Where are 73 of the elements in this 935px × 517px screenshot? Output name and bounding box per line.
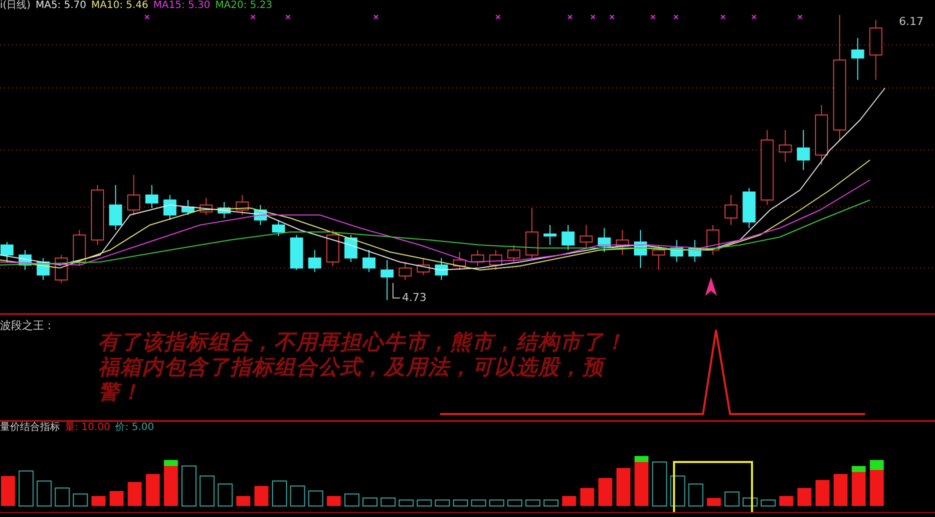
cross-marker-icon bbox=[752, 14, 756, 20]
cross-marker-icon bbox=[374, 14, 378, 20]
candlestick bbox=[398, 262, 412, 280]
candlestick bbox=[91, 184, 104, 246]
candlestick bbox=[380, 260, 394, 300]
candlestick bbox=[869, 20, 882, 80]
cross-marker-icon bbox=[650, 14, 656, 20]
candlestick bbox=[851, 38, 864, 80]
candlestick bbox=[489, 250, 502, 270]
cross-marker-icon bbox=[250, 14, 256, 20]
candlestick bbox=[434, 258, 448, 280]
candlestick bbox=[254, 204, 267, 226]
candlestick bbox=[634, 230, 647, 268]
candlestick bbox=[272, 220, 285, 236]
candlestick bbox=[525, 208, 538, 258]
ma-legend-label: MA15: 5.30 bbox=[153, 0, 210, 12]
candlestick bbox=[706, 224, 720, 256]
candlestick bbox=[200, 198, 213, 216]
candlestick bbox=[453, 252, 466, 270]
candlestick bbox=[218, 202, 231, 218]
candlestick bbox=[308, 250, 322, 272]
candlestick bbox=[362, 250, 376, 272]
candlestick bbox=[145, 184, 158, 208]
cross-marker-icon bbox=[798, 14, 802, 20]
candlestick bbox=[778, 130, 792, 162]
candlestick bbox=[507, 244, 520, 262]
candlestick bbox=[127, 174, 140, 216]
ma-legend-label: MA10: 5.46 bbox=[91, 0, 148, 12]
cross-marker-icon bbox=[568, 14, 572, 20]
candlestick bbox=[688, 240, 702, 262]
candlestick bbox=[290, 234, 304, 270]
candlestick bbox=[182, 200, 194, 216]
candlestick bbox=[580, 224, 593, 248]
candlestick bbox=[236, 194, 249, 216]
candlestick bbox=[598, 228, 611, 252]
ma-legend-label: MA20: 5.23 bbox=[215, 0, 272, 12]
price-label: 4.73 bbox=[402, 291, 426, 304]
cross-marker-icon bbox=[674, 14, 678, 20]
candlestick bbox=[416, 258, 430, 276]
indicator-title: 波段之王 : bbox=[0, 318, 52, 333]
candlestick bbox=[344, 234, 358, 262]
candlestick bbox=[471, 250, 484, 266]
legend-label: 量: 10.00 bbox=[65, 422, 110, 434]
candlestick bbox=[72, 230, 86, 266]
leader-line bbox=[392, 282, 400, 298]
up-arrow-icon bbox=[705, 277, 717, 296]
candlestick bbox=[562, 224, 575, 250]
cross-marker-icon bbox=[144, 14, 150, 20]
cross-marker-icon bbox=[610, 14, 614, 20]
cross-marker-icon bbox=[286, 14, 290, 20]
chart-title: i(日线) bbox=[0, 0, 31, 12]
candlestick bbox=[815, 104, 828, 166]
cross-marker-icon bbox=[590, 14, 596, 20]
candlestick bbox=[326, 230, 340, 266]
cross-marker-icon bbox=[496, 14, 500, 20]
candlestick bbox=[616, 230, 629, 256]
cross-marker-icon bbox=[720, 14, 726, 20]
candlestick bbox=[742, 188, 756, 228]
legend-label: 价: 5.00 bbox=[115, 422, 154, 434]
candlestick bbox=[670, 240, 684, 262]
candlestick bbox=[0, 242, 14, 262]
promo-text: 有了该指标组合，不用再担心牛市，熊市，结构市了！福箱内包含了指标组合公式，及用法，可以选股，预警！ bbox=[98, 329, 627, 404]
candlestick bbox=[18, 250, 32, 270]
candlestick bbox=[109, 184, 122, 230]
candlestick bbox=[163, 194, 176, 220]
candlestick bbox=[724, 194, 738, 226]
indicator-title: 量价结合指标 bbox=[0, 422, 60, 434]
price-label: 6.17 bbox=[899, 15, 924, 28]
candlestick bbox=[544, 224, 556, 246]
candlestick bbox=[652, 244, 666, 270]
candlestick bbox=[36, 258, 50, 280]
candlestick bbox=[796, 130, 810, 170]
ma-legend-label: MA5: 5.70 bbox=[36, 0, 86, 12]
